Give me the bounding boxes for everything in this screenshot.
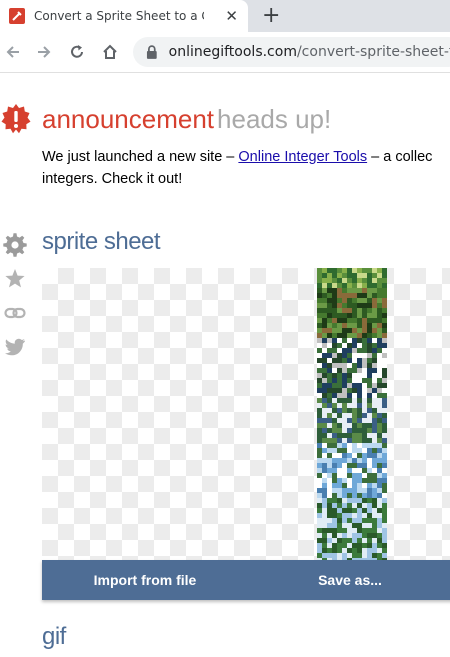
new-tab-button[interactable]: + (262, 3, 280, 28)
gif-heading: gif (42, 623, 66, 650)
announcement-subtitle: heads up! (217, 104, 332, 134)
sprite-sheet-image (317, 268, 387, 560)
announcement-heading: announcement heads up! (42, 104, 331, 135)
twitter-icon[interactable] (2, 334, 28, 360)
url-text: onlinegiftools.com/convert-sprite-sheet-… (168, 44, 450, 60)
lock-icon (146, 45, 157, 59)
reload-icon[interactable] (66, 41, 88, 63)
forward-arrow-icon[interactable] (33, 41, 55, 63)
address-bar[interactable]: onlinegiftools.com/convert-sprite-sheet-… (133, 37, 450, 67)
star-icon[interactable] (2, 266, 28, 292)
sprite-sheet-actions: Import from file Save as... (42, 560, 450, 600)
tool-favicon (9, 8, 25, 24)
announcement-text: We just launched a new site – Online Int… (42, 149, 433, 187)
tab-title: Convert a Sprite Sheet to a GIF - (34, 9, 204, 23)
integer-tools-link[interactable]: Online Integer Tools (238, 149, 367, 165)
import-from-file-button[interactable]: Import from file (42, 560, 248, 600)
home-icon[interactable] (99, 41, 121, 63)
tab-strip: Convert a Sprite Sheet to a GIF - ✕ + (0, 0, 450, 32)
browser-toolbar: onlinegiftools.com/convert-sprite-sheet-… (0, 32, 450, 73)
browser-tab[interactable]: Convert a Sprite Sheet to a GIF - ✕ (0, 0, 248, 32)
announcement-title: announcement (42, 104, 215, 134)
tab-close-icon[interactable]: ✕ (225, 7, 238, 25)
sprite-sheet-heading: sprite sheet (42, 228, 161, 255)
back-arrow-icon[interactable] (2, 41, 24, 63)
exclamation-badge-icon (1, 104, 31, 134)
gear-icon[interactable] (2, 232, 28, 258)
tool-options-sidebar (2, 232, 28, 368)
sprite-sheet-preview[interactable] (42, 268, 450, 560)
save-as-button[interactable]: Save as... (248, 560, 450, 600)
link-icon[interactable] (2, 300, 28, 326)
